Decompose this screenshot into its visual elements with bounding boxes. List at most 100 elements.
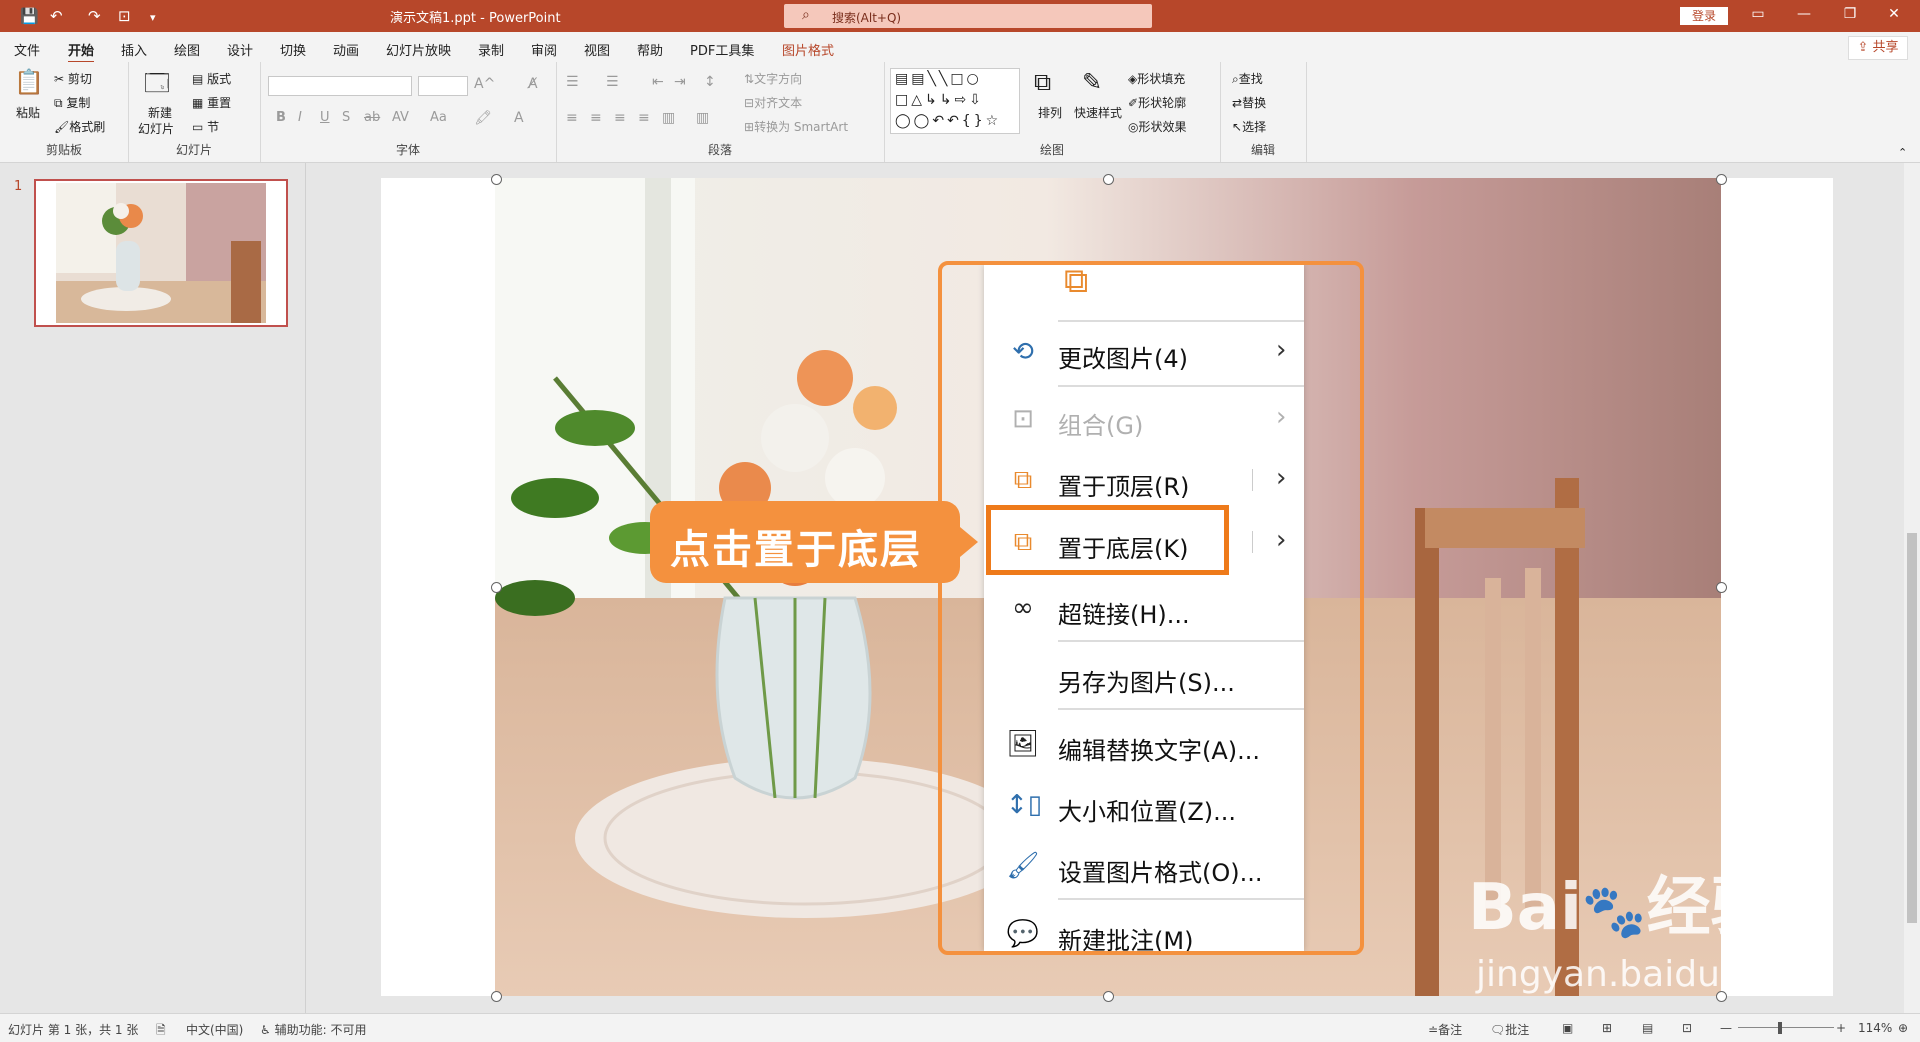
new-slide-line2[interactable]: 幻灯片 xyxy=(138,120,174,137)
collapse-ribbon-icon[interactable]: ⌃ xyxy=(1898,146,1907,159)
tab-record[interactable]: 录制 xyxy=(478,40,504,59)
spell-check-icon[interactable]: 🗎 xyxy=(156,1021,166,1042)
menu-item-new-comment[interactable]: 💬 新建批注(M) xyxy=(984,907,1304,951)
restore-icon[interactable]: ❐ xyxy=(1830,6,1870,22)
menu-item-hyperlink[interactable]: ∞ 超链接(H)... xyxy=(984,581,1304,633)
paste-icon[interactable]: 📋 xyxy=(14,68,44,96)
quick-styles-button[interactable]: 快速样式 xyxy=(1074,104,1122,121)
zoom-level[interactable]: 114% xyxy=(1858,1021,1892,1035)
numbering-icon[interactable]: ☰ xyxy=(606,74,619,90)
present-icon[interactable]: ⊡ xyxy=(118,6,131,26)
cut-button[interactable]: ✂ 剪切 xyxy=(54,70,92,87)
login-button[interactable]: 登录 xyxy=(1680,7,1728,25)
shape-fill-button[interactable]: ◈形状填充 xyxy=(1128,70,1185,87)
menu-item-format-picture[interactable]: 🖌 设置图片格式(O)... xyxy=(984,839,1304,891)
copy-button[interactable]: ⧉ 复制 xyxy=(54,94,90,111)
zoom-slider[interactable] xyxy=(1738,1027,1834,1028)
tab-review[interactable]: 审阅 xyxy=(531,40,557,59)
indent-dec-icon[interactable]: ⇤ xyxy=(652,74,664,90)
select-button[interactable]: ↖选择 xyxy=(1232,118,1266,135)
tab-insert[interactable]: 插入 xyxy=(121,40,147,59)
redo-icon[interactable]: ↷ xyxy=(88,6,101,26)
quick-styles-icon[interactable]: ✎ xyxy=(1082,68,1102,96)
change-case-icon[interactable]: Aa xyxy=(430,110,447,125)
tab-file[interactable]: 文件 xyxy=(14,40,40,59)
tab-slideshow[interactable]: 幻灯片放映 xyxy=(386,40,451,59)
customize-qat-icon[interactable]: ▾ xyxy=(150,8,156,28)
close-icon[interactable]: ✕ xyxy=(1874,6,1914,22)
underline-icon[interactable]: U xyxy=(320,110,330,125)
menu-item-alt-text[interactable]: 🖼 编辑替换文字(A)... xyxy=(984,717,1304,769)
menu-item-group[interactable]: ⊡ 组合(G) › xyxy=(984,392,1304,444)
tab-view[interactable]: 视图 xyxy=(584,40,610,59)
distributed-icon[interactable]: ▥ xyxy=(662,110,675,126)
vertical-scrollbar[interactable] xyxy=(1904,163,1920,1013)
italic-icon[interactable]: I xyxy=(298,110,302,125)
menu-item-bring-to-front[interactable]: ⧉ 置于顶层(R) › xyxy=(984,453,1304,505)
tab-pdf-tools[interactable]: PDF工具集 xyxy=(690,40,754,59)
scrollbar-thumb[interactable] xyxy=(1907,533,1917,923)
font-grow-icon[interactable]: A^ xyxy=(474,76,495,92)
line-spacing-icon[interactable]: ↕ xyxy=(704,74,716,90)
resize-handle-bl[interactable] xyxy=(491,991,502,1002)
indent-inc-icon[interactable]: ⇥ xyxy=(674,74,686,90)
replace-button[interactable]: ⇄替换 xyxy=(1232,94,1266,111)
accessibility-status[interactable]: ♿ 辅助功能: 不可用 xyxy=(260,1021,366,1038)
ribbon-display-icon[interactable]: ▭ xyxy=(1738,6,1778,22)
arrange-button[interactable]: 排列 xyxy=(1038,104,1062,121)
tab-draw[interactable]: 绘图 xyxy=(174,40,200,59)
shape-effects-button[interactable]: ◎形状效果 xyxy=(1128,118,1187,135)
new-slide-icon[interactable]: 🗔 xyxy=(144,66,170,107)
columns-icon[interactable]: ▥ xyxy=(696,110,709,126)
reading-view-icon[interactable]: ▤ xyxy=(1642,1021,1653,1035)
section-button[interactable]: ▭ 节 xyxy=(192,118,219,135)
search-input[interactable]: ⌕ 搜索(Alt+Q) xyxy=(784,4,1152,28)
smartart-button[interactable]: ⊞转换为 SmartArt xyxy=(744,118,848,135)
slide-thumbnail[interactable] xyxy=(34,179,288,327)
save-icon[interactable]: 💾 xyxy=(20,6,39,26)
resize-handle-tr[interactable] xyxy=(1716,174,1727,185)
spacing-icon[interactable]: AV xyxy=(392,110,409,125)
zoom-in-icon[interactable]: + xyxy=(1836,1021,1846,1035)
menu-item-change-picture[interactable]: ⟲ 更改图片(4) › xyxy=(984,325,1304,377)
new-slide-line1[interactable]: 新建 xyxy=(148,104,172,121)
font-size-combo[interactable] xyxy=(418,76,468,96)
align-text-button[interactable]: ⊟对齐文本 xyxy=(744,94,802,111)
paste-button[interactable]: 粘贴 xyxy=(16,104,40,121)
fit-slide-icon[interactable]: ⊕ xyxy=(1898,1021,1908,1035)
arrange-icon[interactable]: ⧉ xyxy=(1034,68,1051,96)
tab-transitions[interactable]: 切换 xyxy=(280,40,306,59)
strike-icon[interactable]: ab xyxy=(364,110,380,125)
format-painter-button[interactable]: 🖌格式刷 xyxy=(54,118,105,135)
text-direction-button[interactable]: ⇅文字方向 xyxy=(744,70,802,87)
tab-home[interactable]: 开始 xyxy=(68,40,95,64)
minimize-icon[interactable]: — xyxy=(1784,6,1824,22)
font-color-icon[interactable]: A xyxy=(514,110,524,126)
bold-icon[interactable]: B xyxy=(276,110,286,125)
align-left-icon[interactable]: ≡ xyxy=(566,110,578,126)
font-name-combo[interactable] xyxy=(268,76,412,96)
find-button[interactable]: ⌕查找 xyxy=(1232,70,1263,87)
highlight-icon[interactable]: 🖍 xyxy=(474,110,492,126)
normal-view-icon[interactable]: ▣ xyxy=(1562,1021,1573,1035)
tab-picture-format[interactable]: 图片格式 xyxy=(782,40,834,59)
resize-handle-t[interactable] xyxy=(1103,174,1114,185)
tab-animations[interactable]: 动画 xyxy=(333,40,359,59)
clear-format-icon[interactable]: A̸ xyxy=(528,76,538,92)
menu-item-save-as-picture[interactable]: 另存为图片(S)... xyxy=(984,649,1304,701)
language[interactable]: 中文(中国) xyxy=(186,1021,243,1038)
bullets-icon[interactable]: ☰ xyxy=(566,74,579,90)
notes-button[interactable]: ≐备注 xyxy=(1428,1021,1462,1038)
resize-handle-b[interactable] xyxy=(1103,991,1114,1002)
zoom-out-icon[interactable]: — xyxy=(1720,1021,1732,1035)
slide-sorter-icon[interactable]: ⊞ xyxy=(1602,1021,1612,1035)
align-right-icon[interactable]: ≡ xyxy=(614,110,626,126)
layout-button[interactable]: ▤ 版式 xyxy=(192,70,231,87)
tab-design[interactable]: 设计 xyxy=(227,40,253,59)
share-button[interactable]: ⇪ 共享 xyxy=(1848,36,1908,60)
tab-help[interactable]: 帮助 xyxy=(637,40,663,59)
resize-handle-r[interactable] xyxy=(1716,582,1727,593)
align-center-icon[interactable]: ≡ xyxy=(590,110,602,126)
resize-handle-tl[interactable] xyxy=(491,174,502,185)
reset-button[interactable]: ▦ 重置 xyxy=(192,94,231,111)
